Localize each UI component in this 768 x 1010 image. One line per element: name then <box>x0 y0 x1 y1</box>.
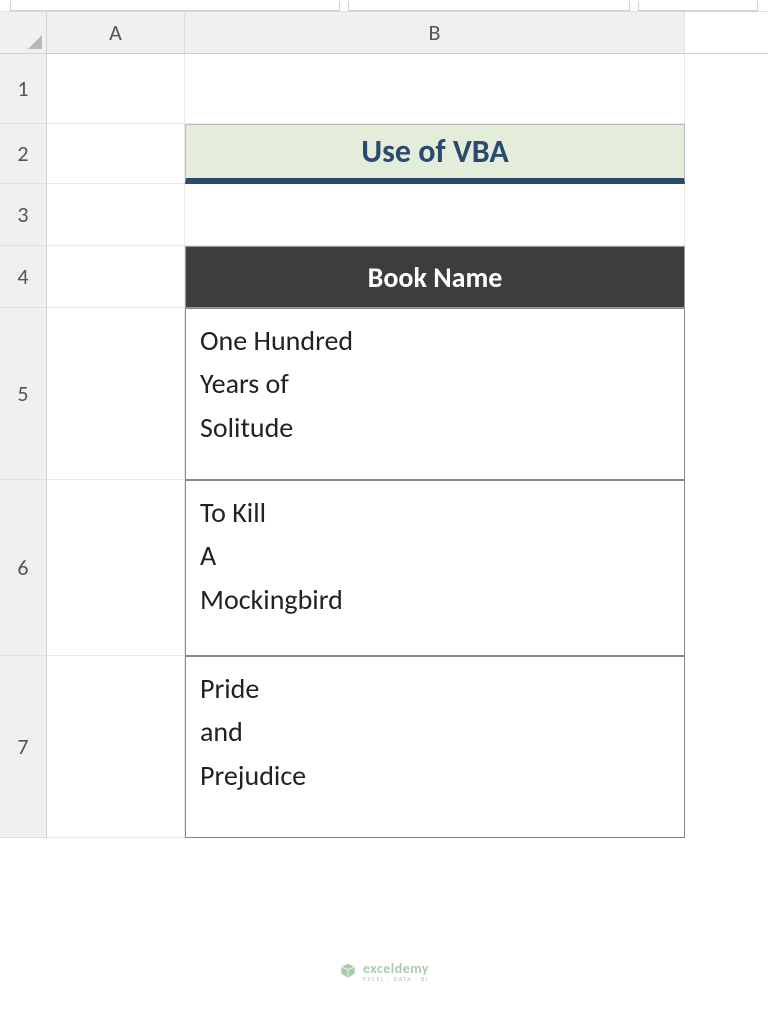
cell-a7[interactable] <box>47 656 185 838</box>
cell-a6[interactable] <box>47 480 185 656</box>
cell-b3[interactable] <box>185 184 685 246</box>
row-header-1[interactable]: 1 <box>0 54 46 124</box>
row-header-7[interactable]: 7 <box>0 656 46 838</box>
book-cell-1[interactable]: One Hundred Years of Solitude <box>185 308 685 480</box>
row-header-column: 1 2 3 4 5 6 7 <box>0 12 47 838</box>
row-header-4[interactable]: 4 <box>0 246 46 308</box>
row-header-6[interactable]: 6 <box>0 480 46 656</box>
cell-a3[interactable] <box>47 184 185 246</box>
spreadsheet: 1 2 3 4 5 6 7 A B Use of VBA <box>0 12 768 838</box>
watermark-tag: EXCEL · DATA · BI <box>363 976 429 982</box>
row-header-5[interactable]: 5 <box>0 308 46 480</box>
select-all-corner[interactable] <box>0 12 46 54</box>
formula-input[interactable] <box>348 1 630 11</box>
grid: Use of VBA Book Name One Hundred Years o… <box>47 54 768 838</box>
cell-a4[interactable] <box>47 246 185 308</box>
row-header-2[interactable]: 2 <box>0 124 46 184</box>
formula-right-box[interactable] <box>638 1 758 11</box>
book-cell-3[interactable]: Pride and Prejudice <box>185 656 685 838</box>
cell-a1[interactable] <box>47 54 185 124</box>
cell-b1[interactable] <box>185 54 685 124</box>
cell-a5[interactable] <box>47 308 185 480</box>
cell-a2[interactable] <box>47 124 185 184</box>
formula-bar <box>0 0 768 12</box>
watermark: exceldemy EXCEL · DATA · BI <box>339 962 429 982</box>
book-cell-2[interactable]: To Kill A Mockingbird <box>185 480 685 656</box>
row-header-3[interactable]: 3 <box>0 184 46 246</box>
column-header-row: A B <box>47 12 768 54</box>
watermark-brand: exceldemy <box>363 962 429 976</box>
watermark-logo-icon <box>339 963 357 981</box>
col-header-b[interactable]: B <box>185 12 685 53</box>
table-header-cell[interactable]: Book Name <box>185 246 685 308</box>
title-cell[interactable]: Use of VBA <box>185 124 685 184</box>
col-header-a[interactable]: A <box>47 12 185 53</box>
name-box[interactable] <box>10 1 340 11</box>
